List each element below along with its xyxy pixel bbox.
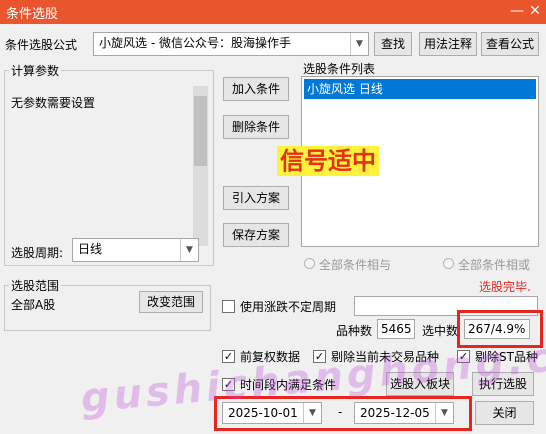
minimize-icon[interactable]: — <box>508 0 526 22</box>
usage-notes-button[interactable]: 用法注释 <box>419 32 477 56</box>
volatile-period-checkbox[interactable] <box>222 300 235 313</box>
selected-count-label: 选中数 <box>422 324 459 338</box>
all-or-radio[interactable] <box>443 258 454 269</box>
total-count-label: 品种数 <box>336 324 373 338</box>
condition-list-item[interactable]: 小旋风选 日线 <box>304 79 536 99</box>
chevron-down-icon[interactable]: ▼ <box>180 239 198 261</box>
total-count-value: 5465 <box>377 319 415 339</box>
chevron-down-icon[interactable]: ▼ <box>350 33 368 55</box>
add-condition-button[interactable]: 加入条件 <box>223 77 289 101</box>
save-plan-button[interactable]: 保存方案 <box>223 223 289 247</box>
formula-label: 条件选股公式 <box>5 38 78 52</box>
forward-adjust-checkbox[interactable]: ✓ <box>222 350 235 363</box>
no-params-message: 无参数需要设置 <box>11 96 96 110</box>
scrollbar-thumb[interactable] <box>194 96 207 166</box>
close-icon[interactable]: ✕ <box>526 0 544 22</box>
find-button[interactable]: 查找 <box>374 32 412 56</box>
period-value: 日线 <box>78 242 103 256</box>
window-title: 条件选股 <box>6 7 59 22</box>
status-text: 选股完毕. <box>479 280 531 294</box>
all-and-label: 全部条件相与 <box>319 258 392 272</box>
condition-list-label: 选股条件列表 <box>303 62 376 76</box>
all-and-radio[interactable] <box>304 258 315 269</box>
all-or-label: 全部条件相或 <box>458 258 531 272</box>
calc-params-label: 计算参数 <box>9 62 62 79</box>
formula-dropdown[interactable]: 小旋风选 - 微信公众号：股海操作手 ▼ <box>93 32 369 56</box>
signal-label: 信号适中 <box>277 146 379 176</box>
title-bar: 条件选股 — ✕ <box>0 0 546 24</box>
change-range-button[interactable]: 改变范围 <box>139 291 203 313</box>
range-label: 选股范围 <box>9 277 62 294</box>
params-scrollbar[interactable] <box>193 86 208 246</box>
formula-value: 小旋风选 - 微信公众号：股海操作手 <box>99 36 291 50</box>
delete-condition-button[interactable]: 删除条件 <box>223 115 289 139</box>
period-dropdown[interactable]: 日线 ▼ <box>72 238 199 262</box>
period-label: 选股周期: <box>11 246 64 260</box>
range-value: 全部A股 <box>11 298 56 312</box>
import-plan-button[interactable]: 引入方案 <box>223 186 289 210</box>
view-formula-button[interactable]: 查看公式 <box>481 32 539 56</box>
close-button[interactable]: 关闭 <box>475 401 534 425</box>
volatile-period-label: 使用涨跌不定周期 <box>240 300 337 314</box>
